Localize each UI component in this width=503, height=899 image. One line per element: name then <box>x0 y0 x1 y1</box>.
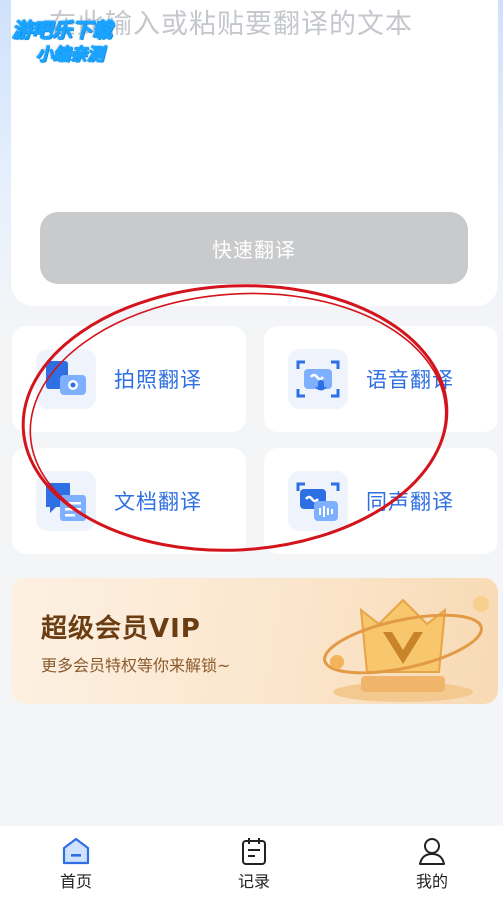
feature-photo-translate[interactable]: 拍照翻译 <box>12 326 246 432</box>
vip-subtitle: 更多会员特权等你来解锁~ <box>41 656 231 675</box>
watermark-line-2: 小编亲测 <box>36 45 105 66</box>
vip-crown-badge <box>323 596 489 702</box>
watermark-line-1: 游吧乐下载 <box>12 18 113 43</box>
feature-label: 同声翻译 <box>366 490 454 514</box>
photo-translate-icon <box>36 349 96 409</box>
tab-label: 记录 <box>237 872 270 891</box>
feature-voice-translate[interactable]: 语音翻译 <box>264 326 498 432</box>
vip-title: 超级会员VIP <box>41 614 201 644</box>
record-icon <box>242 838 266 865</box>
home-icon <box>62 837 90 865</box>
tab-home[interactable]: 首页 <box>36 836 116 894</box>
feature-simultaneous-translate[interactable]: 同声翻译 <box>264 448 498 554</box>
feature-document-translate[interactable]: 文档翻译 <box>12 448 246 554</box>
quick-translate-button[interactable]: 快速翻译 <box>40 212 468 284</box>
watermark: 游吧乐下载 小编亲测 <box>6 8 146 66</box>
document-translate-icon <box>36 471 96 531</box>
bottom-tab-bar: 首页 记录 我的 <box>0 826 503 899</box>
voice-translate-icon <box>288 349 348 409</box>
feature-label: 语音翻译 <box>366 368 454 392</box>
tab-records[interactable]: 记录 <box>214 836 294 894</box>
simultaneous-translate-icon <box>288 471 348 531</box>
vip-banner[interactable]: 超级会员VIP 更多会员特权等你来解锁~ <box>11 578 498 704</box>
tab-profile[interactable]: 我的 <box>392 836 472 894</box>
tab-label: 我的 <box>415 872 448 891</box>
tab-label: 首页 <box>59 872 92 891</box>
feature-label: 拍照翻译 <box>114 368 202 392</box>
feature-label: 文档翻译 <box>114 490 202 514</box>
profile-icon <box>419 838 445 865</box>
